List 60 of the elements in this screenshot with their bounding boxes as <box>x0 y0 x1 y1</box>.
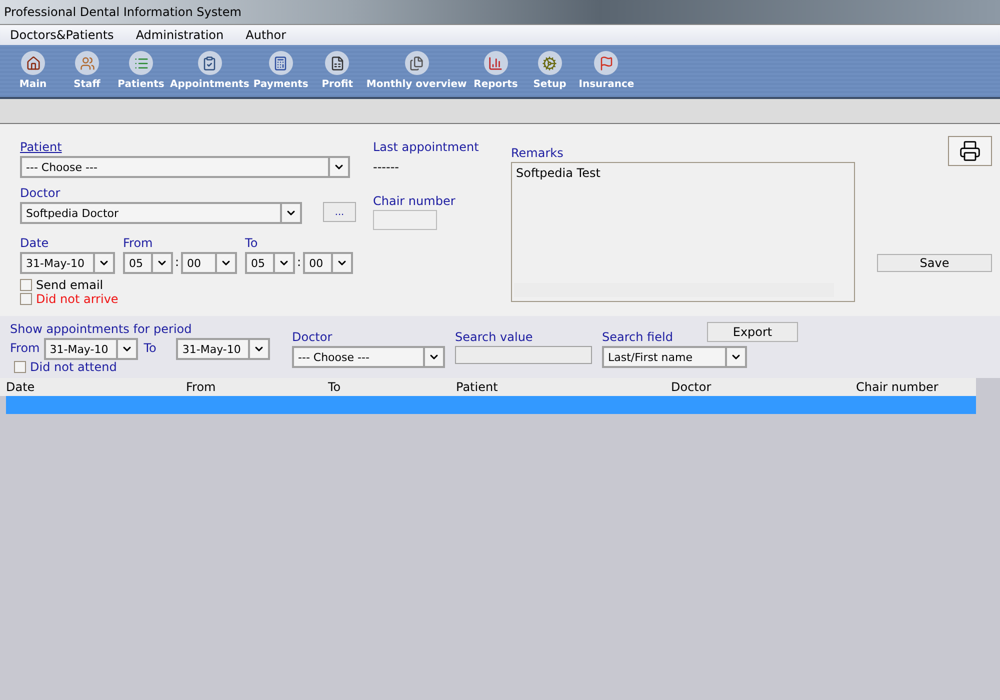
list-icon <box>134 56 148 70</box>
hour-dropdown[interactable]: 05 <box>245 252 296 274</box>
field-label: To <box>245 236 259 250</box>
field-label: From <box>10 341 40 355</box>
menu-item[interactable]: Doctors&Patients <box>10 28 114 42</box>
field-label: Remarks <box>511 146 564 160</box>
minute-dropdown[interactable]: 00 <box>181 252 238 274</box>
time-separator: : <box>297 255 302 269</box>
people-icon <box>80 56 94 70</box>
menu-item[interactable]: Administration <box>136 28 224 42</box>
column-header[interactable]: From <box>186 380 328 394</box>
window-title: Professional Dental Information System <box>4 5 242 19</box>
checkbox[interactable] <box>20 279 32 291</box>
patient-dropdown[interactable]: --- Choose --- <box>20 156 350 178</box>
time-separator: : <box>175 255 180 269</box>
column-header[interactable]: Patient <box>456 380 671 394</box>
checkbox[interactable] <box>20 293 32 305</box>
field-label: Date <box>20 236 50 250</box>
clipboard-icon <box>202 56 218 70</box>
field-label: Doctor <box>292 330 334 344</box>
doctor-dropdown[interactable]: --- Choose --- <box>292 346 445 368</box>
checkbox[interactable] <box>14 361 26 373</box>
print-button[interactable] <box>948 136 992 166</box>
column-header[interactable]: Date <box>6 380 186 394</box>
calculator-icon <box>273 56 288 70</box>
doctor-dropdown[interactable]: Softpedia Doctor <box>20 202 302 224</box>
bar-chart-icon <box>488 56 504 70</box>
last-appointment-value: ------ <box>373 160 400 174</box>
date-dropdown[interactable]: 31-May-10 <box>20 252 115 274</box>
column-header[interactable]: Chair number <box>856 380 976 394</box>
field-label: Last appointment <box>373 140 480 154</box>
remarks-field[interactable]: Softpedia Test <box>511 162 855 302</box>
search-field[interactable] <box>455 346 592 364</box>
house-icon <box>26 56 40 70</box>
field-label: To <box>144 341 156 355</box>
printer-icon <box>959 140 981 162</box>
save-button[interactable]: Save <box>877 254 992 272</box>
field-label: From <box>123 236 154 250</box>
checkbox-label: Did not arrive <box>36 292 118 306</box>
search-field-dropdown[interactable]: Last/First name <box>602 346 747 368</box>
section-title: Show appointments for period <box>10 322 193 336</box>
field-label: Search value <box>455 330 534 344</box>
menu-item[interactable]: Author <box>246 28 286 42</box>
more-button[interactable]: ... <box>323 202 356 222</box>
column-header[interactable]: To <box>328 380 456 394</box>
date-dropdown[interactable]: 31-May-10 <box>176 338 270 360</box>
minute-dropdown[interactable]: 00 <box>303 252 354 274</box>
checkbox-label: Send email <box>36 278 104 292</box>
column-header[interactable]: Doctor <box>671 380 856 394</box>
checkbox-label: Did not attend <box>30 360 117 374</box>
date-dropdown[interactable]: 31-May-10 <box>44 338 138 360</box>
field-label: Chair number <box>373 194 456 208</box>
gear-icon <box>542 56 558 70</box>
hour-dropdown[interactable]: 05 <box>123 252 173 274</box>
flag-icon <box>598 56 614 70</box>
documents-icon <box>409 56 424 70</box>
chair-number-field[interactable] <box>373 210 437 230</box>
export-button[interactable]: Export <box>707 322 798 342</box>
field-label: Doctor <box>20 186 62 200</box>
field-label[interactable]: Patient <box>20 140 360 154</box>
